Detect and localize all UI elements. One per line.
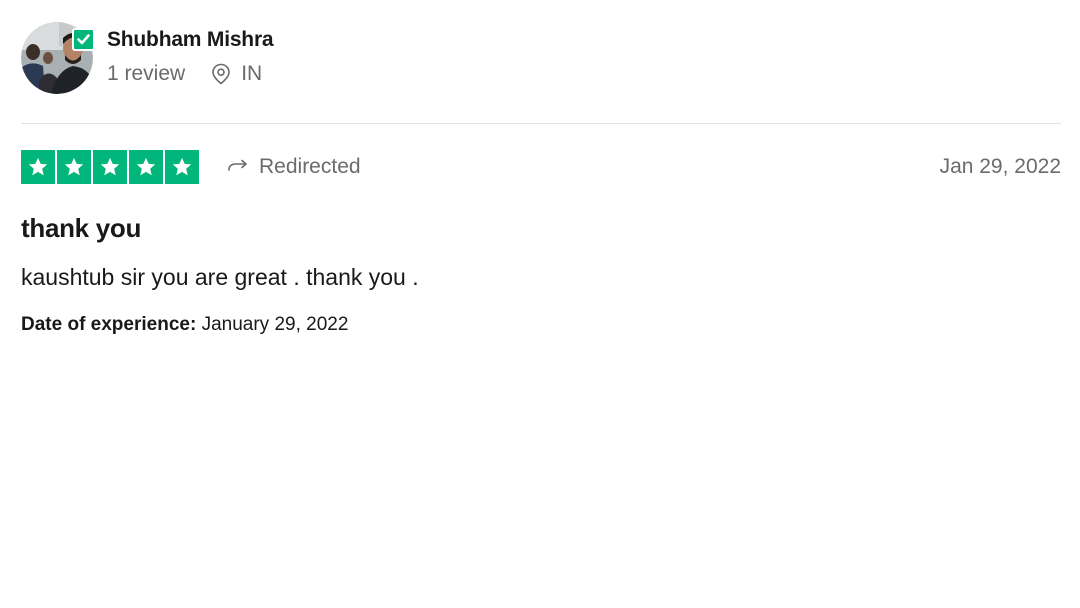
location-pin-icon: [212, 63, 231, 85]
review-body: kaushtub sir you are great . thank you .: [21, 264, 419, 290]
verified-badge: [72, 28, 95, 51]
divider: [21, 123, 1061, 124]
experience-label: Date of experience:: [21, 314, 197, 335]
consumer-meta: 1 review IN: [107, 63, 273, 85]
review-card: Shubham Mishra 1 review IN Redirected Ja…: [0, 0, 1080, 608]
experience-date: January 29, 2022: [201, 314, 349, 335]
review-count: 1 review: [107, 62, 186, 85]
review-title[interactable]: thank you: [21, 212, 141, 244]
review-source[interactable]: Redirected: [227, 155, 361, 179]
avatar-container[interactable]: [21, 22, 95, 94]
consumer-name[interactable]: Shubham Mishra: [107, 27, 274, 53]
country-code: IN: [241, 62, 263, 85]
star-icon: [129, 150, 163, 184]
star-icon: [21, 150, 55, 184]
star-icon: [165, 150, 199, 184]
date-of-experience: Date of experience: January 29, 2022: [21, 313, 348, 337]
check-icon: [77, 34, 90, 45]
consumer-details: Shubham Mishra 1 review IN: [107, 22, 274, 85]
redirect-arrow-icon: [228, 159, 247, 171]
star-icon: [93, 150, 127, 184]
star-rating: [21, 150, 199, 184]
consumer-location: IN: [211, 63, 262, 85]
review-date: Jan 29, 2022: [939, 155, 1061, 178]
source-label: Redirected: [259, 155, 361, 178]
star-icon: [57, 150, 91, 184]
consumer-info: Shubham Mishra 1 review IN: [21, 22, 274, 94]
rating-row: Redirected Jan 29, 2022: [21, 150, 1061, 184]
